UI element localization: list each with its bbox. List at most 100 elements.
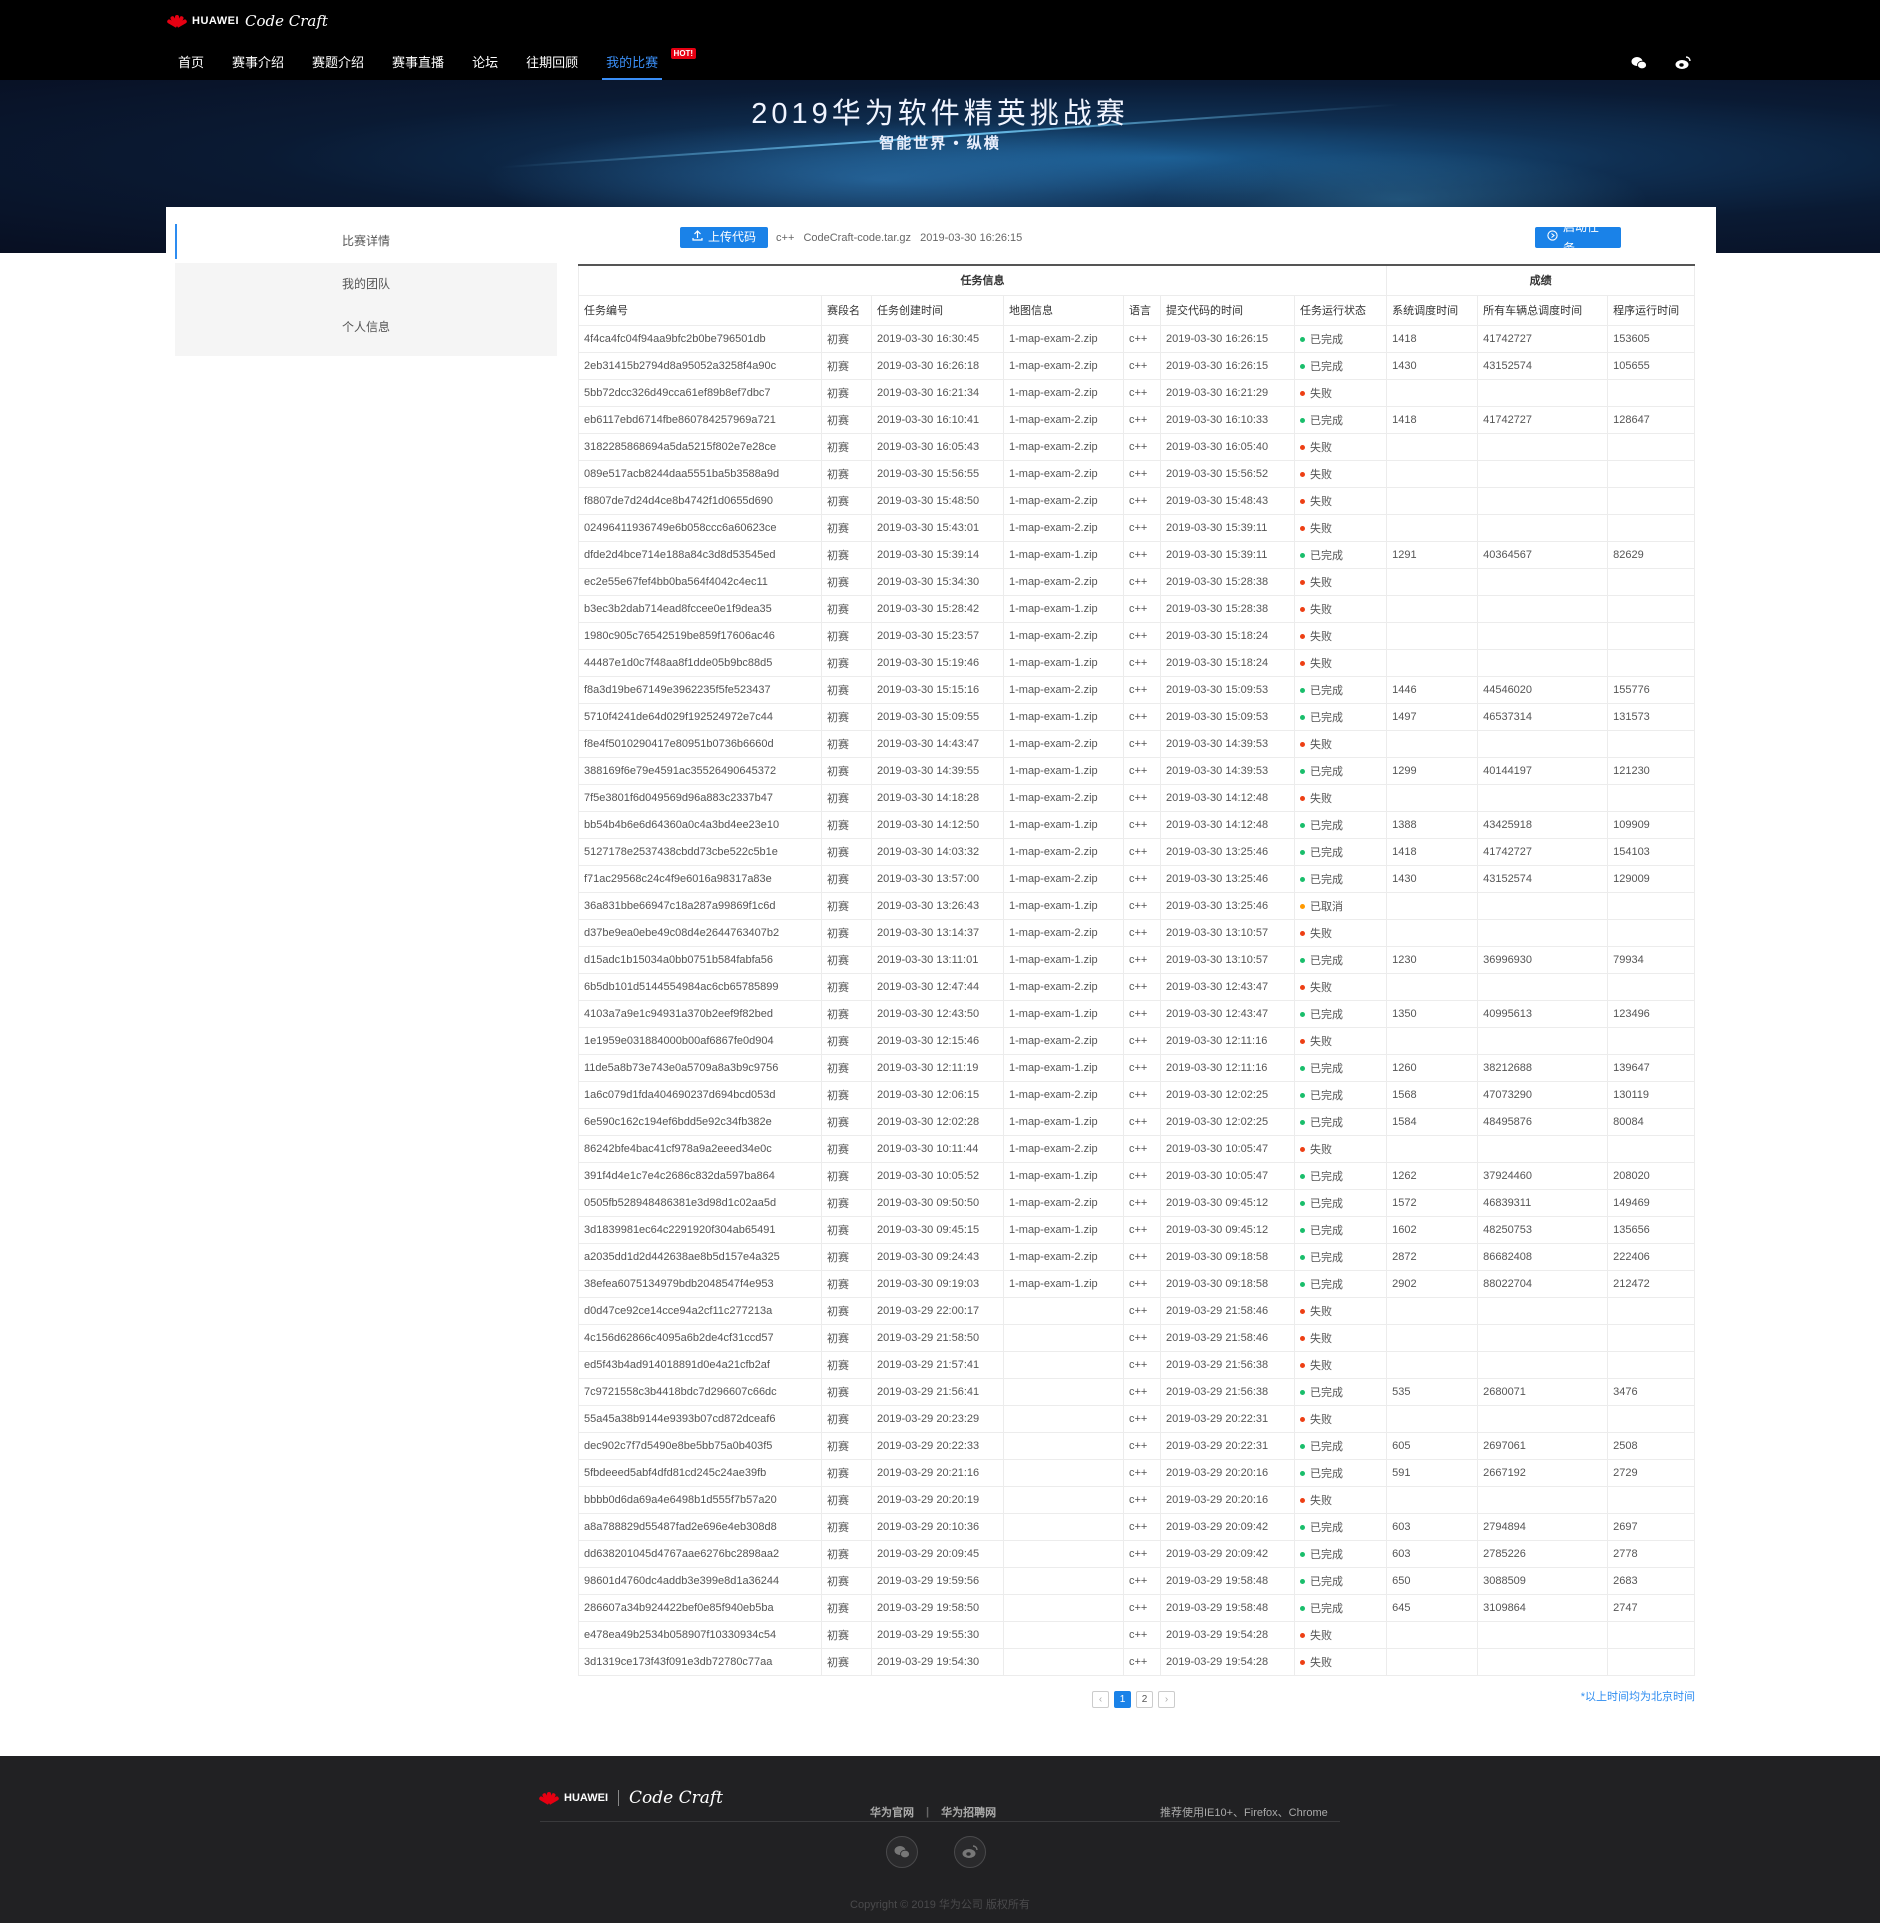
sidebar-item-personal-info[interactable]: 个人信息 xyxy=(175,306,557,349)
table-cell: 155776 xyxy=(1607,675,1696,704)
nav-item-6[interactable]: 我的比赛 HOT! xyxy=(592,44,697,80)
page-2-button[interactable]: 2 xyxy=(1136,1691,1153,1708)
table-cell: 48250753 xyxy=(1477,1215,1609,1244)
table-cell: 初赛 xyxy=(821,324,872,353)
status-text: 已完成 xyxy=(1310,873,1343,886)
table-cell: 1-map-exam-2.zip xyxy=(1003,972,1124,1001)
table-row: 0505fb528948486381e3d98d1c02aa5d 初赛 2019-0… xyxy=(578,1188,1696,1217)
sidebar-item-match-details[interactable]: 比赛详情 xyxy=(175,220,557,263)
table-cell: 2019-03-30 14:43:47 xyxy=(871,729,1004,758)
table-cell: 1260 xyxy=(1386,1053,1479,1082)
footer-link-divider: | xyxy=(926,1806,930,1818)
table-cell: 36a831bbe66947c18a287a99869f1c6d xyxy=(578,891,822,920)
table-cell xyxy=(1607,378,1696,407)
table-cell: c++ xyxy=(1123,1107,1161,1136)
nav-item-2[interactable]: 赛题介绍 xyxy=(298,44,378,80)
weibo-icon[interactable] xyxy=(1674,54,1692,72)
table-cell: 4103a7a9e1c94931a370b2eef9f82bed xyxy=(578,999,822,1028)
table-cell: 2019-03-30 15:48:50 xyxy=(871,486,1004,515)
sidebar-item-label: 个人信息 xyxy=(341,320,390,334)
footer-logo[interactable]: HUAWEI Code Craft xyxy=(538,1788,723,1808)
table-cell xyxy=(1477,567,1609,596)
table-cell: bbbb0d6da69a4e6498b1d555f7b57a20 xyxy=(578,1485,822,1514)
task-table: 任务信息 成绩 任务编号 赛段名 任务创建时间 地图信息 语言 提交代码的时间 任务运行状态… xyxy=(577,264,1696,1676)
table-row: 4c156d62866c4095a6b2de4cf31ccd57 初赛 2019-0… xyxy=(578,1323,1696,1352)
table-cell: 2019-03-29 19:54:28 xyxy=(1160,1647,1295,1676)
start-task-button[interactable]: 启动任务 xyxy=(1535,220,1621,255)
status-text: 已完成 xyxy=(1310,1521,1343,1534)
table-cell xyxy=(1477,729,1609,758)
status-text: 已完成 xyxy=(1310,1548,1343,1561)
table-cell xyxy=(1607,513,1696,542)
status-dot-icon xyxy=(1300,1282,1305,1288)
table-cell: 已取消 xyxy=(1293,891,1388,920)
table-cell xyxy=(1477,648,1609,677)
table-cell: 已完成 xyxy=(1293,1377,1388,1406)
table-cell xyxy=(1386,1404,1479,1433)
nav-item-5[interactable]: 往期回顾 xyxy=(512,44,592,80)
table-cell: 失败 xyxy=(1293,1296,1388,1325)
table-cell: c++ xyxy=(1123,837,1161,866)
sidebar-item-my-team[interactable]: 我的团队 xyxy=(175,263,557,306)
file-time: 2019-03-30 16:26:15 xyxy=(920,231,1023,244)
table-cell xyxy=(1607,1620,1696,1649)
status-dot-icon xyxy=(1300,1228,1305,1234)
next-page-button[interactable]: › xyxy=(1158,1691,1175,1708)
top-header: HUAWEI Code Craft 首页 赛事介绍 赛题介绍 赛事直播 论坛 往期回顾 我的… xyxy=(0,0,1880,80)
table-cell: 605 xyxy=(1386,1431,1479,1460)
table-cell xyxy=(1607,1296,1696,1325)
table-cell: 初赛 xyxy=(821,1026,872,1055)
table-cell: 1-map-exam-2.zip xyxy=(1003,432,1124,461)
table-cell: 2019-03-29 20:22:31 xyxy=(1160,1404,1295,1433)
weibo-icon[interactable] xyxy=(954,1836,986,1868)
upload-code-button[interactable]: 上传代码 xyxy=(680,227,769,248)
table-cell: 2697061 xyxy=(1477,1431,1609,1460)
table-cell: 7f5e3801f6d049569d96a883c2337b47 xyxy=(578,783,822,812)
nav-item-0[interactable]: 首页 xyxy=(164,44,218,80)
table-cell: 2019-03-30 09:45:15 xyxy=(871,1215,1004,1244)
table-cell xyxy=(1477,1323,1609,1352)
footer-links: 华为官网 | 华为招聘网 xyxy=(870,1804,996,1820)
table-cell xyxy=(1386,891,1479,920)
table-cell xyxy=(1477,1026,1609,1055)
table-cell: 2019-03-30 09:18:58 xyxy=(1160,1269,1295,1298)
table-cell: 1-map-exam-1.zip xyxy=(1003,999,1124,1028)
table-cell: 2019-03-30 13:25:46 xyxy=(1160,864,1295,893)
table-cell: 6b5db101d5144554984ac6cb65785899 xyxy=(578,972,822,1001)
table-cell: 2019-03-30 10:05:47 xyxy=(1160,1161,1295,1190)
prev-page-button[interactable]: ‹ xyxy=(1092,1691,1109,1708)
table-cell: c++ xyxy=(1123,1161,1161,1190)
table-cell: 已完成 xyxy=(1293,1458,1388,1487)
table-cell: c++ xyxy=(1123,810,1161,839)
table-cell: 5fbdeeed5abf4dfd81cd245c24ae39fb xyxy=(578,1458,822,1487)
table-cell xyxy=(1386,918,1479,947)
table-cell: 2019-03-29 21:56:41 xyxy=(871,1377,1004,1406)
table-cell: 86682408 xyxy=(1477,1242,1609,1271)
huawei-careers-link[interactable]: 华为招聘网 xyxy=(941,1804,996,1820)
table-cell: 1-map-exam-2.zip xyxy=(1003,378,1124,407)
page-1-button[interactable]: 1 xyxy=(1114,1691,1131,1708)
table-cell: dfde2d4bce714e188a84c3d8d53545ed xyxy=(578,540,822,569)
table-cell: c++ xyxy=(1123,1350,1161,1379)
table-row: 44487e1d0c7f48aa8f1dde05b9bc88d5 初赛 2019-0… xyxy=(578,648,1696,677)
table-cell: 2019-03-30 15:56:55 xyxy=(871,459,1004,488)
nav-item-1[interactable]: 赛事介绍 xyxy=(218,44,298,80)
table-row: a8a788829d55487fad2e696e4eb308d8 初赛 2019-0… xyxy=(578,1512,1696,1541)
table-cell: 2019-03-29 19:55:30 xyxy=(871,1620,1004,1649)
wechat-icon[interactable] xyxy=(886,1836,918,1868)
table-cell: 38efea6075134979bdb2048547f4e953 xyxy=(578,1269,822,1298)
nav-item-4[interactable]: 论坛 xyxy=(458,44,512,80)
wechat-icon[interactable] xyxy=(1630,54,1648,72)
header-logo[interactable]: HUAWEI Code Craft xyxy=(166,12,328,30)
table-cell: 已完成 xyxy=(1293,1215,1388,1244)
table-cell: 1584 xyxy=(1386,1107,1479,1136)
table-cell: 2019-03-30 09:19:03 xyxy=(871,1269,1004,1298)
table-cell: c++ xyxy=(1123,351,1161,380)
table-cell: c++ xyxy=(1123,891,1161,920)
huawei-site-link[interactable]: 华为官网 xyxy=(870,1804,914,1820)
status-text: 失败 xyxy=(1310,468,1332,481)
status-text: 失败 xyxy=(1310,1035,1332,1048)
huawei-logo-icon xyxy=(166,14,188,28)
table-cell: 1572 xyxy=(1386,1188,1479,1217)
nav-item-3[interactable]: 赛事直播 xyxy=(378,44,458,80)
